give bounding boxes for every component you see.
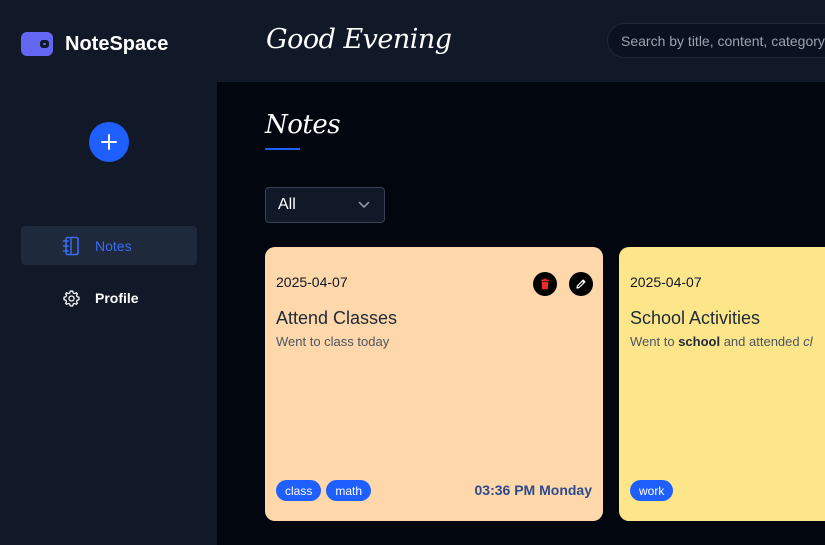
note-timestamp: 03:36 PM Monday: [474, 482, 592, 498]
category-filter-select[interactable]: All: [265, 187, 385, 223]
top-header: Good Evening: [217, 0, 825, 82]
title-underline: [265, 148, 300, 150]
add-note-button[interactable]: [89, 122, 129, 162]
note-date: 2025-04-07: [630, 274, 702, 290]
brand[interactable]: NoteSpace: [21, 30, 168, 58]
sidebar-item-label: Profile: [95, 289, 139, 306]
note-description: Went to class today: [276, 334, 390, 349]
delete-note-button[interactable]: [533, 272, 557, 296]
note-actions: [533, 272, 593, 296]
greeting-text: Good Evening: [266, 24, 452, 55]
note-date: 2025-04-07: [276, 274, 348, 290]
desc-text: and attended: [720, 334, 804, 349]
note-title: School Activities: [630, 308, 761, 328]
tag-chip[interactable]: math: [326, 480, 372, 501]
edit-note-button[interactable]: [569, 272, 593, 296]
chevron-down-icon: [358, 201, 370, 208]
sidebar: NoteSpace Notes Profile: [0, 0, 217, 545]
pencil-icon: [576, 279, 586, 289]
plus-icon: [101, 134, 117, 150]
app-root: NoteSpace Notes Profile Good Evening Sea…: [0, 0, 825, 545]
sidebar-item-label: Notes: [95, 237, 132, 254]
desc-bold-text: school: [678, 334, 721, 349]
note-card[interactable]: 2025-04-07 Attend Classes Went to class …: [265, 247, 603, 521]
desc-italic-text: cl: [803, 334, 813, 349]
filter-selected-value: All: [278, 196, 296, 213]
tag-chip[interactable]: class: [276, 480, 322, 501]
notebook-icon: [61, 236, 81, 256]
tag-chip[interactable]: work: [630, 480, 674, 501]
brand-name: NoteSpace: [65, 32, 169, 55]
note-tags: class math: [276, 480, 372, 501]
search-input[interactable]: [607, 23, 825, 58]
gear-icon: [61, 288, 81, 308]
wallet-icon: [21, 32, 53, 56]
desc-text: Went to: [630, 334, 679, 349]
note-tags: work: [630, 480, 674, 501]
note-description: Went to school and attended cl: [630, 334, 813, 349]
note-card[interactable]: 2025-04-07 School Activities Went to sch…: [619, 247, 825, 521]
sidebar-item-notes[interactable]: Notes: [21, 226, 197, 265]
sidebar-item-profile[interactable]: Profile: [21, 278, 197, 317]
trash-icon: [541, 278, 549, 290]
note-title: Attend Classes: [276, 308, 398, 328]
page-title: Notes: [265, 110, 341, 140]
